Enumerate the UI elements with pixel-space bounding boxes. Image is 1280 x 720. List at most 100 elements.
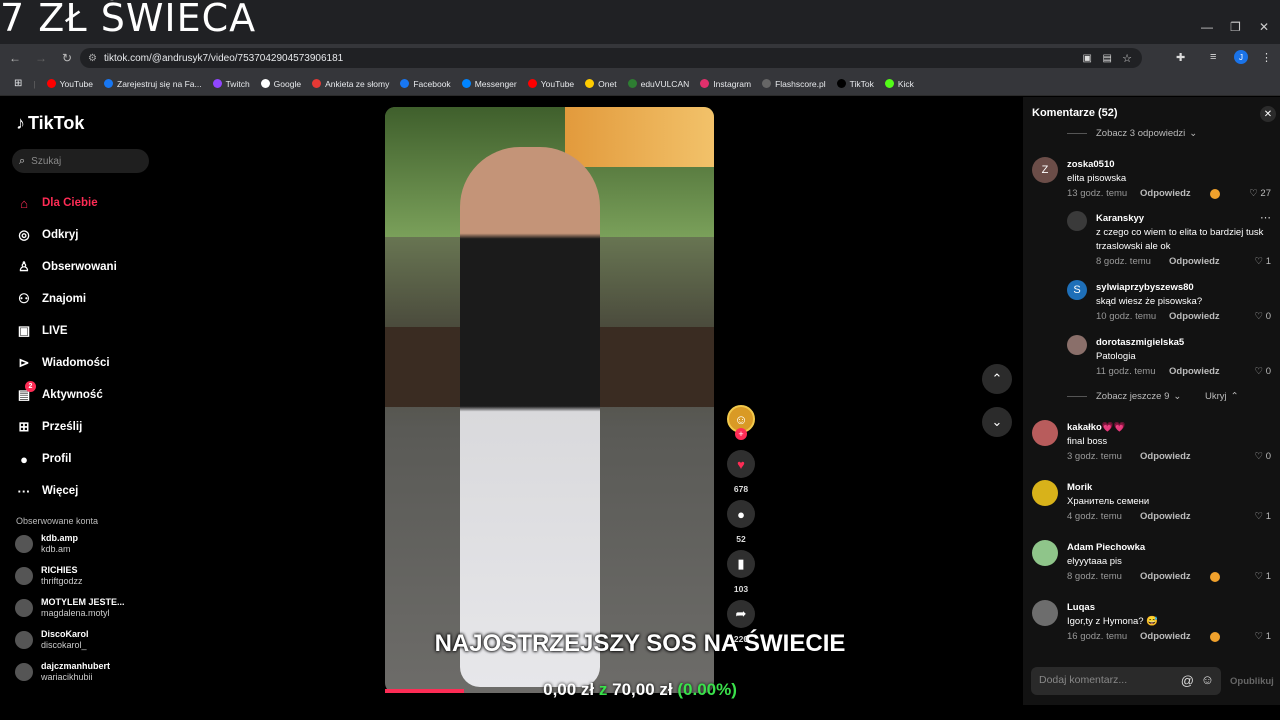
avatar[interactable] (1032, 480, 1058, 506)
comment-username[interactable]: sylwiaprzybyszews80 (1096, 282, 1194, 293)
mention-icon[interactable]: @ (1181, 673, 1194, 688)
avatar[interactable]: S (1067, 280, 1087, 300)
bookmark-item[interactable]: Google (260, 79, 301, 89)
reply-button[interactable]: Odpowiedz (1169, 311, 1220, 322)
profile-avatar[interactable]: J (1234, 50, 1248, 64)
site-info-icon[interactable]: ⚙ (88, 53, 97, 64)
forward-icon[interactable]: → (30, 47, 52, 69)
follow-plus-icon[interactable]: + (735, 428, 747, 440)
reload-icon[interactable]: ↻ (56, 47, 78, 69)
bookmark-item[interactable]: eduVULCAN (627, 79, 689, 89)
reply-button[interactable]: Odpowiedz (1169, 366, 1220, 377)
bookmark-item[interactable]: Instagram (700, 79, 751, 89)
comment-input[interactable] (1039, 674, 1169, 686)
avatar[interactable] (1067, 335, 1087, 355)
emoji-icon[interactable]: ☺ (1201, 672, 1214, 687)
avatar[interactable] (1032, 420, 1058, 446)
reply-button[interactable]: Odpowiedz (1169, 256, 1220, 267)
nav-item[interactable]: ◎ Odkryj (16, 219, 156, 251)
star-icon[interactable]: ☆ (1122, 52, 1132, 65)
comment-like-button[interactable]: ♡ 0 (1255, 311, 1271, 322)
comment-like-button[interactable]: ♡ 0 (1255, 451, 1271, 462)
bookmark-item[interactable]: Onet (585, 79, 617, 89)
comment-like-count: 0 (1265, 311, 1271, 322)
back-icon[interactable]: ← (4, 47, 26, 69)
close-comments-button[interactable]: ✕ (1260, 106, 1276, 122)
view-more-replies-link[interactable]: Zobacz jeszcze 9 ⌄ (1067, 391, 1181, 402)
nav-item[interactable]: ··· Więcej (16, 475, 156, 507)
close-window-icon[interactable]: ✕ (1259, 20, 1269, 34)
followed-account[interactable]: dajczmanhubert wariacikhubii (15, 661, 110, 683)
bookmark-item[interactable]: Messenger (461, 79, 517, 89)
comment-like-button[interactable]: ♡ 1 (1255, 631, 1271, 642)
save-button[interactable]: ▮ 103 (725, 550, 757, 594)
comment-username[interactable]: zoska0510 (1067, 159, 1115, 170)
bookmark-item[interactable]: YouTube (46, 79, 93, 89)
url-bar[interactable]: ⚙ tiktok.com/@andrusyk7/video/7537042904… (80, 48, 1142, 68)
comment-username[interactable]: dorotaszmigielska5 (1096, 337, 1184, 348)
view-replies-link[interactable]: Zobacz 3 odpowiedzi ⌄ (1067, 128, 1197, 139)
bookmark-item[interactable]: Kick (884, 79, 914, 89)
minimize-icon[interactable]: — (1201, 20, 1213, 34)
nav-item[interactable]: ▣ LIVE (16, 315, 156, 347)
bookmark-item[interactable]: Zarejestruj się na Fa... (104, 79, 202, 89)
restore-icon[interactable]: ❐ (1230, 20, 1241, 34)
comment-like-button[interactable]: ♡ 0 (1255, 366, 1271, 377)
comment-username[interactable]: Adam Piechowka (1067, 542, 1145, 553)
reply-button[interactable]: Odpowiedz (1140, 451, 1191, 462)
hide-replies-link[interactable]: Ukryj ⌃ (1205, 391, 1239, 402)
search-box[interactable]: ⌕ Szukaj (12, 149, 149, 173)
nav-item[interactable]: ● Profil (16, 443, 156, 475)
bookmark-item[interactable]: Twitch (212, 79, 250, 89)
comment-username[interactable]: kakałko💗💗 (1067, 422, 1126, 433)
bookmark-item[interactable]: Facebook (400, 79, 451, 89)
creator-avatar[interactable]: ☺ + (725, 405, 757, 440)
media-icon[interactable]: ≡ (1210, 51, 1216, 63)
comment-username[interactable]: Luqas (1067, 602, 1095, 613)
comment-like-button[interactable]: ♡ 1 (1255, 571, 1271, 582)
nav-item[interactable]: ⚇ Znajomi (16, 283, 156, 315)
comment-username[interactable]: Morik (1067, 482, 1092, 493)
install-icon[interactable]: ▣ (1083, 53, 1092, 64)
comment-options-icon[interactable]: ⋯ (1260, 211, 1271, 224)
nav-item[interactable]: ♙ Obserwowani (16, 251, 156, 283)
extensions-icon[interactable]: ✚ (1176, 51, 1185, 64)
avatar[interactable] (1032, 540, 1058, 566)
nav-item[interactable]: ⌂ Dla Ciebie (16, 187, 156, 219)
apps-icon[interactable]: ⊞ (14, 78, 22, 89)
nav-item[interactable]: ⊳ Wiadomości (16, 347, 156, 379)
avatar[interactable] (1067, 211, 1087, 231)
reply-button[interactable]: Odpowiedz (1140, 511, 1191, 522)
comment-like-button[interactable]: ♡ 1 (1255, 256, 1271, 267)
reply-button[interactable]: Odpowiedz (1140, 571, 1191, 582)
previous-video-button[interactable]: ⌃ (982, 364, 1012, 394)
bookmark-item[interactable]: TikTok (836, 79, 874, 89)
reply-button[interactable]: Odpowiedz (1140, 188, 1191, 199)
followed-account[interactable]: kdb.amp kdb.am (15, 533, 78, 555)
share-button[interactable]: ➦ 220 (725, 600, 757, 644)
comment-input-box[interactable]: @ ☺ (1031, 667, 1221, 695)
browser-menu-icon[interactable]: ⋮ (1261, 51, 1272, 64)
post-button[interactable]: Opublikuj (1230, 676, 1274, 687)
video-player[interactable] (385, 107, 714, 693)
comment-username[interactable]: Karanskyy (1096, 213, 1144, 224)
tiktok-logo[interactable]: ♪ TikTok (16, 113, 84, 134)
activity-icon: ▤ 2 (16, 381, 36, 403)
reply-button[interactable]: Odpowiedz (1140, 631, 1191, 642)
avatar[interactable] (1032, 600, 1058, 626)
followed-account[interactable]: DiscoKarol discokarol_ (15, 629, 89, 651)
bookmark-item[interactable]: Flashscore.pl (762, 79, 826, 89)
avatar[interactable]: Z (1032, 157, 1058, 183)
translate-icon[interactable]: ▤ (1103, 53, 1112, 64)
nav-item[interactable]: ⊞ Prześlij (16, 411, 156, 443)
next-video-button[interactable]: ⌄ (982, 407, 1012, 437)
followed-account[interactable]: RICHIES thriftgodzz (15, 565, 83, 587)
comment-like-button[interactable]: ♡ 27 (1249, 188, 1271, 199)
comment-button[interactable]: ● 52 (725, 500, 757, 544)
nav-item[interactable]: ▤ 2 Aktywność (16, 379, 156, 411)
followed-account[interactable]: MOTYLEM JESTE... magdalena.motyl (15, 597, 125, 619)
bookmark-item[interactable]: YouTube (527, 79, 574, 89)
comment-like-button[interactable]: ♡ 1 (1255, 511, 1271, 522)
like-button[interactable]: ♥ 678 (725, 450, 757, 494)
bookmark-item[interactable]: Ankieta ze słomy (312, 79, 389, 89)
